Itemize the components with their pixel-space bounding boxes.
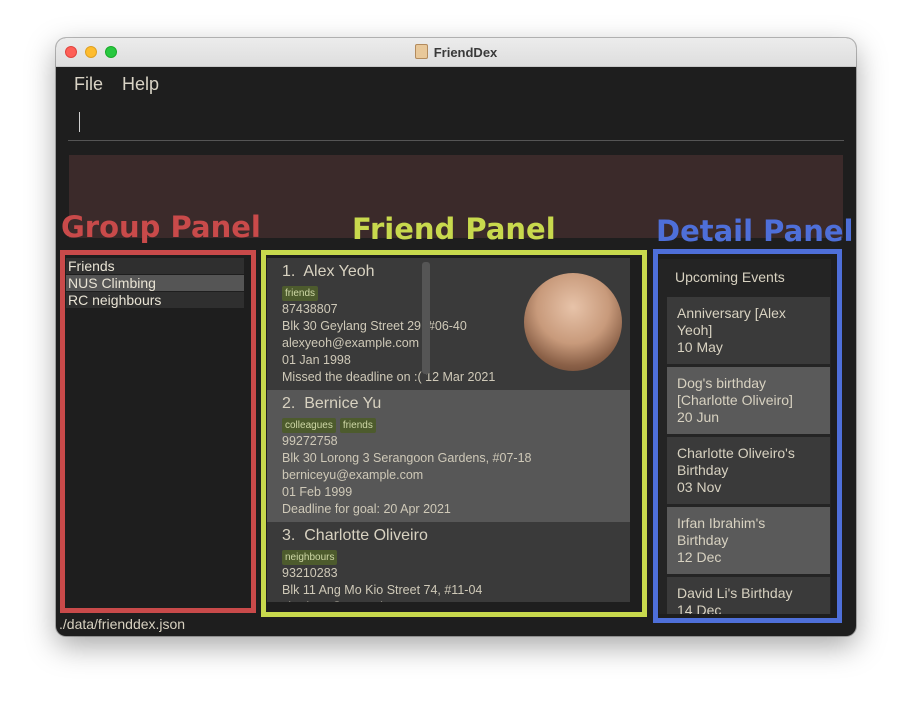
detail-panel: Upcoming Events Anniversary [Alex Yeoh] 1… <box>659 259 831 614</box>
title-bar: FriendDex <box>56 38 856 67</box>
friend-phone: 93210283 <box>282 566 338 580</box>
friend-address: Blk 30 Lorong 3 Serangoon Gardens, #07-1… <box>282 451 532 465</box>
friend-index: 2. <box>282 395 296 412</box>
friend-name: 3. Charlotte Oliveiro <box>282 527 615 545</box>
event-date: 20 Jun <box>677 409 720 425</box>
upcoming-events-header: Upcoming Events <box>675 269 785 285</box>
friend-list[interactable]: 1. Alex Yeoh friends 87438807 Blk 30 Geylan… <box>267 258 630 602</box>
event-date: 14 Dec <box>677 602 722 614</box>
event-title: Charlotte Oliveiro's Birthday <box>677 445 795 478</box>
menu-bar: File Help <box>56 67 856 101</box>
event-item[interactable]: David Li's Birthday 14 Dec <box>667 577 830 614</box>
group-list: Friends NUS Climbing RC neighbours <box>66 258 244 309</box>
friend-name-text: Charlotte Oliveiro <box>304 527 428 544</box>
friend-goal: Deadline for goal: 20 Apr 2021 <box>282 502 451 516</box>
app-window: FriendDex File Help Friends NUS Climbing R… <box>56 38 856 636</box>
event-date: 12 Dec <box>677 549 722 565</box>
command-input[interactable] <box>68 104 844 141</box>
friend-address: Blk 11 Ang Mo Kio Street 74, #11-04 <box>282 583 483 597</box>
friend-name: 2. Bernice Yu <box>282 395 615 413</box>
event-date: 10 May <box>677 339 723 355</box>
friend-avatar <box>524 273 622 371</box>
friend-list-scrollbar[interactable] <box>422 262 430 374</box>
friend-panel-label: Friend Panel <box>352 212 556 246</box>
friend-name-text: Bernice Yu <box>304 395 382 412</box>
event-item[interactable]: Anniversary [Alex Yeoh] 10 May <box>667 297 830 364</box>
app-icon <box>414 44 428 59</box>
group-panel-label: Group Panel <box>61 210 261 244</box>
friend-card[interactable]: 3. Charlotte Oliveiro neighbours 93210283 B… <box>267 522 630 602</box>
event-item[interactable]: Dog's birthday [Charlotte Oliveiro] 20 Ju… <box>667 367 830 434</box>
friend-index: 3. <box>282 527 296 544</box>
tag-badge: colleagues <box>282 418 336 433</box>
friend-phone: 99272758 <box>282 434 338 448</box>
group-item[interactable]: Friends <box>66 258 244 274</box>
event-title: David Li's Birthday <box>677 585 793 601</box>
event-item[interactable]: Irfan Ibrahim's Birthday 12 Dec <box>667 507 830 574</box>
friend-tags: neighbours <box>282 547 615 565</box>
friend-tags: colleagues friends <box>282 415 615 433</box>
friend-email: charlotte@example.com <box>282 599 615 602</box>
group-item[interactable]: NUS Climbing <box>66 275 244 291</box>
menu-help[interactable]: Help <box>122 74 159 95</box>
event-item[interactable]: Charlotte Oliveiro's Birthday 03 Nov <box>667 437 830 504</box>
text-caret <box>79 112 80 132</box>
window-title: FriendDex <box>56 44 856 60</box>
event-title: Irfan Ibrahim's Birthday <box>677 515 766 548</box>
tag-badge: neighbours <box>282 550 338 565</box>
event-title: Anniversary [Alex Yeoh] <box>677 305 786 338</box>
tag-badge: friends <box>282 286 319 301</box>
group-item[interactable]: RC neighbours <box>66 292 244 308</box>
friend-card[interactable]: 1. Alex Yeoh friends 87438807 Blk 30 Geylan… <box>267 258 630 390</box>
tag-badge: friends <box>339 418 376 433</box>
status-file-path: ./data/frienddex.json <box>59 616 186 632</box>
friend-index: 1. <box>282 263 296 280</box>
window-title-text: FriendDex <box>433 45 498 60</box>
friend-goal: Missed the deadline on :( 12 Mar 2021 <box>282 370 496 384</box>
friend-email: berniceyu@example.com <box>282 468 424 482</box>
event-date: 03 Nov <box>677 479 722 495</box>
friend-birthday: 01 Feb 1999 <box>282 485 353 499</box>
upcoming-events-list: Anniversary [Alex Yeoh] 10 May Dog's birth… <box>659 297 831 614</box>
menu-file[interactable]: File <box>74 74 103 95</box>
friend-card[interactable]: 2. Bernice Yu colleagues friends 99272758 Bl… <box>267 390 630 522</box>
event-title: Dog's birthday [Charlotte Oliveiro] <box>677 375 793 408</box>
friend-name-text: Alex Yeoh <box>303 263 375 280</box>
detail-panel-label: Detail Panel <box>656 214 854 248</box>
